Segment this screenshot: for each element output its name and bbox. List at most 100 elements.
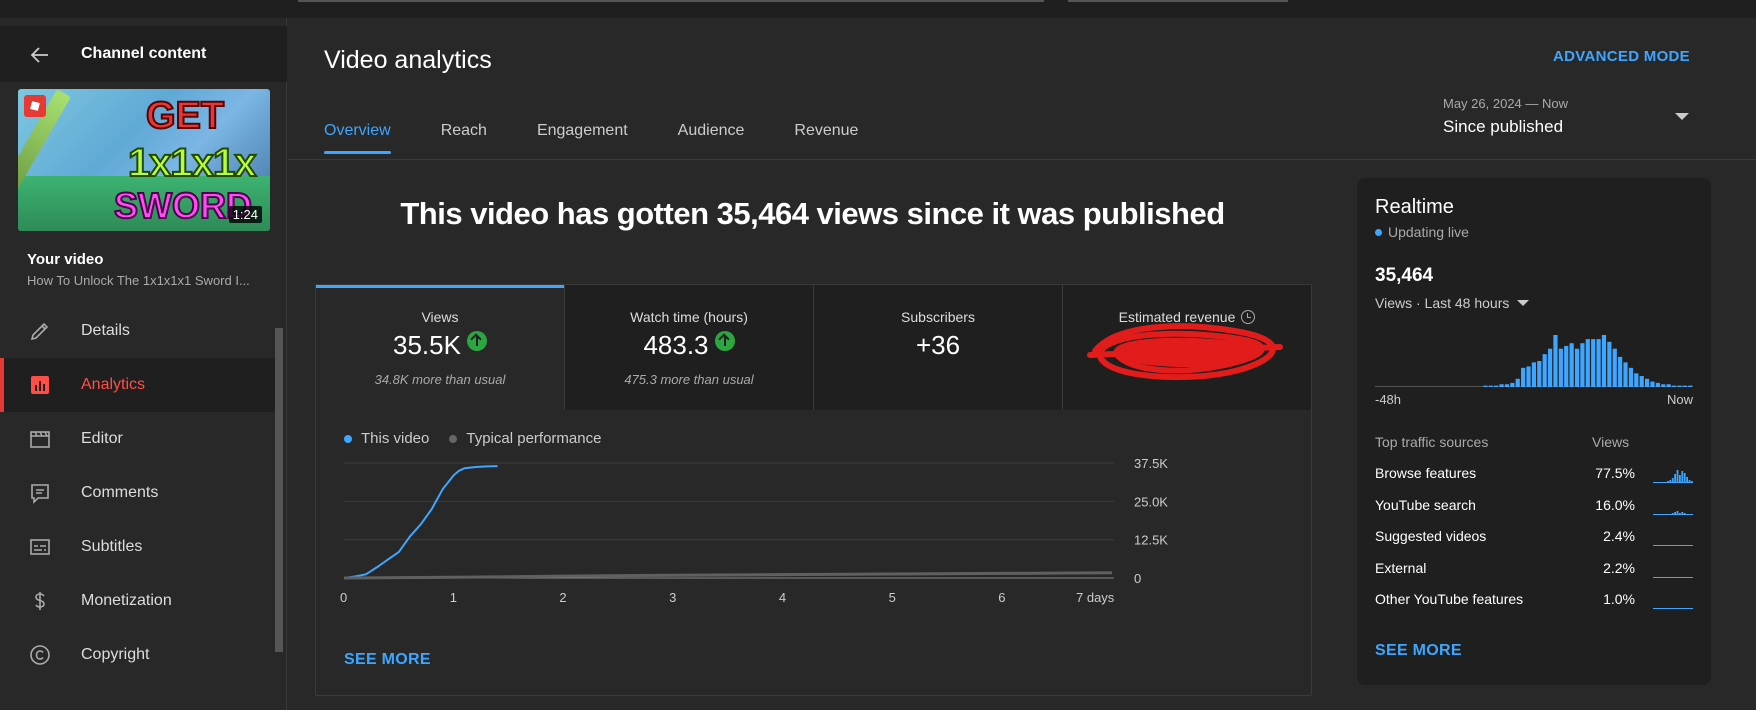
sparkline-bar <box>1683 512 1686 515</box>
sparkline-bar <box>1688 608 1691 609</box>
sidebar-item-monetization[interactable]: Monetization <box>0 574 275 628</box>
live-status-text: Updating live <box>1388 224 1469 240</box>
sparkline-bar <box>1679 512 1681 515</box>
views-chart: 37.5K 25.0K 12.5K 0 0 1 2 3 4 5 6 7 days <box>340 456 1168 605</box>
x-tick-label: 0 <box>340 590 347 605</box>
realtime-bar <box>1483 385 1488 387</box>
sparkline-bar <box>1683 545 1686 546</box>
comment-icon <box>31 484 49 504</box>
analytics-icon <box>31 376 49 394</box>
traffic-source-value: 2.2% <box>1603 559 1635 576</box>
x-tick-label: 5 <box>889 590 896 605</box>
sparkline-bar <box>1674 576 1676 578</box>
overview-card: Views 35.5K 34.8K more than usual Watch … <box>315 284 1312 696</box>
metric-watch-time[interactable]: Watch time (hours) 483.3 475.3 more than… <box>564 285 813 410</box>
sidebar-item-label: Details <box>81 322 130 339</box>
sidebar-item-comments[interactable]: Comments <box>0 466 275 520</box>
traffic-source-value: 16.0% <box>1595 496 1635 513</box>
tab-overview[interactable]: Overview <box>324 122 391 154</box>
traffic-source-name: Browse features <box>1375 465 1477 481</box>
video-thumbnail[interactable]: GET 1x1x1x SWORD 1:24 <box>18 89 270 231</box>
trend-up-icon <box>714 331 735 351</box>
sparkline-bar <box>1681 471 1684 483</box>
sidebar-item-label: Subtitles <box>81 538 143 555</box>
sidebar-item-label: Monetization <box>81 592 172 609</box>
sidebar-item-editor[interactable]: Editor <box>0 412 275 466</box>
realtime-title: Realtime <box>1375 196 1454 218</box>
realtime-see-more-button[interactable]: SEE MORE <box>1375 642 1462 660</box>
metric-views[interactable]: Views 35.5K 34.8K more than usual <box>316 285 564 410</box>
copyright-icon <box>30 645 50 665</box>
realtime-bar <box>1547 348 1553 387</box>
sparkline-bar <box>1686 545 1688 546</box>
sidebar-item-analytics[interactable]: Analytics <box>0 358 275 412</box>
y-tick-label: 0 <box>1134 571 1141 586</box>
realtime-bar <box>1574 348 1580 387</box>
sparkline-bar <box>1679 475 1681 483</box>
realtime-bar <box>1558 348 1563 387</box>
video-title: How To Unlock The 1x1x1x1 Sword I... <box>27 273 250 288</box>
sparkline-bar <box>1688 480 1691 483</box>
tab-engagement[interactable]: Engagement <box>537 122 628 154</box>
sparkline-bar <box>1691 481 1693 483</box>
sparkline-bar <box>1681 545 1684 546</box>
sparkline <box>1653 576 1693 578</box>
sidebar-item-label: Analytics <box>81 376 146 393</box>
x-tick-label: 2 <box>559 590 566 605</box>
sidebar-item-details[interactable]: Details <box>0 304 275 358</box>
sparkline-bar <box>1671 512 1674 515</box>
trend-up-icon <box>466 331 487 351</box>
realtime-axis-start: -48h <box>1375 392 1402 407</box>
realtime-bar <box>1601 335 1607 387</box>
dollar-icon <box>35 592 45 610</box>
tab-audience[interactable]: Audience <box>678 122 745 154</box>
metric-estimated-revenue[interactable]: Estimated revenue <box>1062 285 1311 410</box>
realtime-bar <box>1607 341 1612 387</box>
sparkline-bar <box>1683 473 1686 483</box>
x-tick-label: 7 days <box>1076 590 1115 605</box>
sparkline-bar <box>1669 576 1672 578</box>
roblox-logo-icon <box>24 95 46 117</box>
sparkline-bar <box>1691 576 1693 578</box>
sparkline-bar <box>1679 576 1681 578</box>
sparkline-bar <box>1688 513 1691 515</box>
advanced-mode-button[interactable]: ADVANCED MODE <box>1553 48 1690 65</box>
page-title: Video analytics <box>324 46 492 74</box>
tab-revenue[interactable]: Revenue <box>794 122 858 154</box>
tab-reach[interactable]: Reach <box>441 122 487 154</box>
sidebar-item-copyright[interactable]: Copyright <box>0 628 275 682</box>
realtime-bar <box>1569 343 1574 387</box>
x-tick-label: 4 <box>779 590 786 605</box>
metric-label: Views <box>421 309 459 325</box>
date-range[interactable]: May 26, 2024 — Now <box>1443 96 1568 111</box>
y-tick-label: 25.0K <box>1134 494 1168 509</box>
metrics-row: Views 35.5K 34.8K more than usual Watch … <box>316 285 1311 410</box>
top-bar <box>0 0 1756 18</box>
realtime-bar <box>1504 384 1510 387</box>
realtime-bar <box>1618 356 1623 387</box>
realtime-axis-end: Now <box>1666 392 1693 407</box>
realtime-bar <box>1499 384 1504 387</box>
realtime-bar <box>1639 376 1644 387</box>
traffic-source-row: Suggested videos 2.4% <box>1375 528 1693 548</box>
traffic-source-name: Other YouTube features <box>1375 591 1524 607</box>
see-more-button[interactable]: SEE MORE <box>344 651 431 669</box>
date-period-select[interactable]: Since published <box>1443 117 1563 137</box>
realtime-bar <box>1628 367 1634 387</box>
metric-subscribers[interactable]: Subscribers +36 <box>813 285 1062 410</box>
realtime-period-text: Views · Last 48 hours <box>1375 295 1510 311</box>
traffic-source-value: 2.4% <box>1603 528 1635 544</box>
sparkline-bar <box>1676 576 1679 578</box>
sidebar-item-subtitles[interactable]: Subtitles <box>0 520 275 574</box>
realtime-bar <box>1666 384 1671 387</box>
sidebar-nav: Details Analytics Editor Comments Subtit… <box>0 304 275 682</box>
realtime-period-select[interactable]: Views · Last 48 hours <box>1375 295 1530 311</box>
sparkline-bar <box>1681 576 1684 578</box>
chevron-down-icon[interactable] <box>1675 113 1689 120</box>
traffic-source-row: External 2.2% <box>1375 560 1693 580</box>
metric-value-text: +36 <box>915 330 961 360</box>
back-arrow-icon[interactable] <box>28 43 52 67</box>
your-video-label: Your video <box>27 251 104 268</box>
realtime-bar <box>1564 345 1569 387</box>
sidebar-scrollbar[interactable] <box>275 328 283 652</box>
